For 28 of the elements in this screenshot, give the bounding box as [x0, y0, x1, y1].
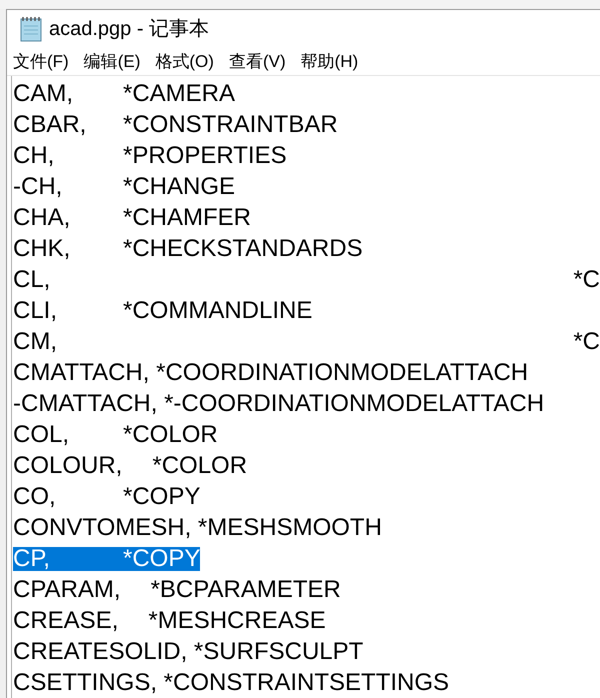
window-title: acad.pgp - 记事本 [49, 17, 210, 42]
text-line: COLOUR, *COLOR [13, 454, 248, 478]
text-line: CAM, *CAMERA [13, 82, 236, 106]
menu-item[interactable]: 帮助(H) [300, 48, 358, 74]
text-line: CM, [13, 330, 57, 354]
text-line: CONVTOMESH, *MESHSMOOTH [13, 516, 382, 540]
text-line: -CMATTACH, *-COORDINATIONMODELATTACH [13, 392, 544, 416]
text-line: CREASE, *MESHCREASE [13, 608, 326, 632]
text-line: CO, *COPY [13, 484, 200, 508]
text-line: CHA, *CHAMFER [13, 206, 252, 230]
text-line: -CH, *CHANGE [13, 174, 236, 198]
text-line: CMATTACH, *COORDINATIONMODELATTACH [13, 360, 528, 384]
text-line: CBAR, *CONSTRAINTBAR [13, 112, 338, 136]
menu-item[interactable]: 查看(V) [228, 48, 286, 74]
menu-item[interactable]: 编辑(E) [84, 48, 140, 74]
text-line: *C [573, 268, 600, 292]
text-line: *C [573, 330, 600, 354]
text-line: CLI, *COMMANDLINE [13, 298, 312, 322]
text-line: CHK, *CHECKSTANDARDS [13, 236, 363, 260]
text-line: CPARAM, *BCPARAMETER [13, 578, 341, 602]
menu-item[interactable]: 格式(O) [155, 48, 214, 74]
text-line: CH, *PROPERTIES [13, 144, 287, 168]
menu-item[interactable]: 文件(F) [13, 48, 69, 74]
text-line: CL, [13, 268, 50, 292]
text-line: COL, *COLOR [13, 422, 218, 446]
text-line: CSETTINGS, *CONSTRAINTSETTINGS [13, 670, 450, 694]
text-line: CREATESOLID, *SURFSCULPT [13, 640, 364, 664]
notepad-icon [19, 16, 43, 42]
